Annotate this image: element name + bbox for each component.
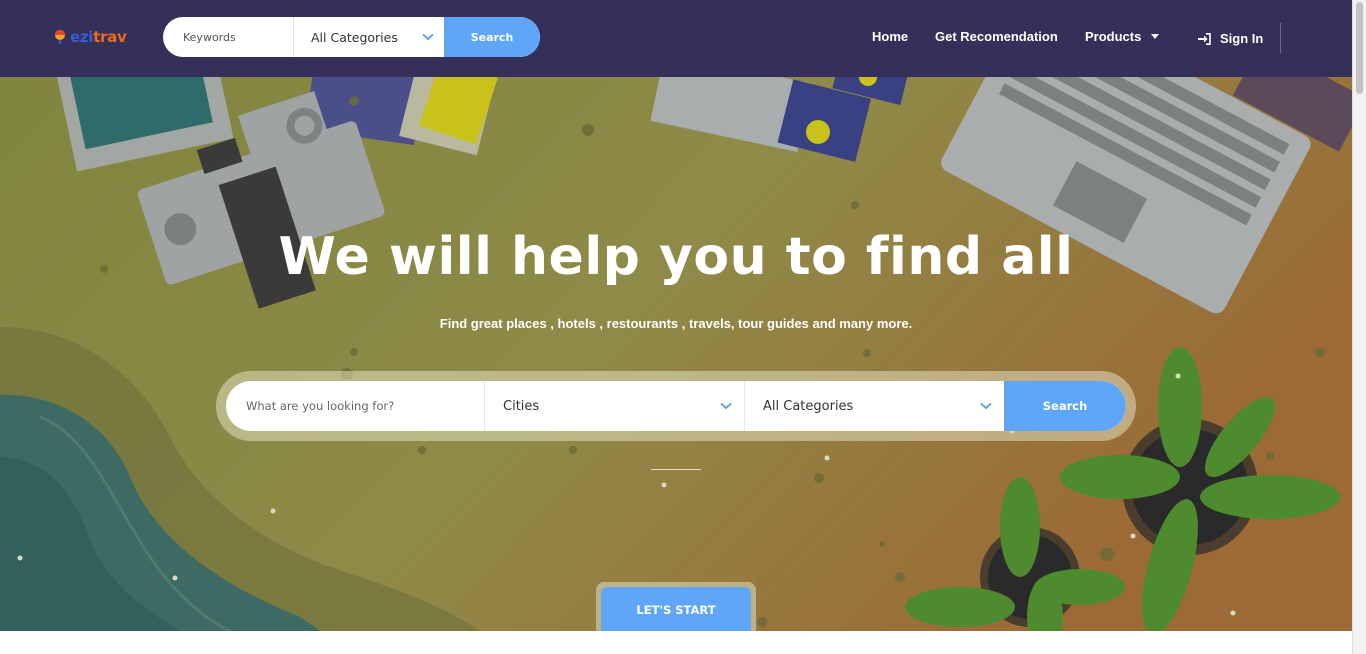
page-scrollbar[interactable] xyxy=(1352,0,1366,654)
header-search-button[interactable]: Search xyxy=(444,17,540,57)
header-search-bar: All Categories Search xyxy=(163,17,540,57)
page: ezitrav All Categories Search Home Get R… xyxy=(0,0,1366,654)
scrollbar-thumb[interactable] xyxy=(1356,2,1363,94)
chevron-down-icon xyxy=(422,33,434,41)
nav-get-recommendation[interactable]: Get Recomendation xyxy=(935,29,1058,44)
hero-search-button[interactable]: Search xyxy=(1004,381,1126,431)
hero-title: We will help you to find all xyxy=(278,227,1074,287)
top-navbar: ezitrav All Categories Search Home Get R… xyxy=(0,0,1352,77)
nav-home[interactable]: Home xyxy=(872,29,908,44)
logo-text: ezitrav xyxy=(70,28,127,46)
header-category-value: All Categories xyxy=(311,29,398,45)
hero-search-input[interactable] xyxy=(226,381,484,431)
hero-section: We will help you to find all Find great … xyxy=(0,77,1352,631)
header-keyword-input[interactable] xyxy=(163,17,293,57)
hero-background-illustration xyxy=(0,77,1352,631)
nav-products[interactable]: Products xyxy=(1085,29,1160,44)
hero-divider-line xyxy=(651,469,701,470)
nav-products-label: Products xyxy=(1085,29,1142,44)
caret-down-icon xyxy=(1151,34,1160,39)
category-select-value: All Categories xyxy=(763,398,854,414)
logo[interactable]: ezitrav xyxy=(53,27,127,47)
chevron-down-icon xyxy=(980,402,992,410)
hero-search-container: Cities All Categories Search xyxy=(216,371,1136,441)
chevron-down-icon xyxy=(720,402,732,410)
sign-in-label: Sign In xyxy=(1220,31,1264,46)
logo-mark-icon xyxy=(55,30,65,44)
nav-sign-in[interactable]: Sign In xyxy=(1198,31,1263,46)
city-select[interactable]: Cities xyxy=(484,381,744,431)
hero-search-bar: Cities All Categories Search xyxy=(226,381,1126,431)
sign-in-icon xyxy=(1198,32,1211,45)
start-button-container: LET'S START xyxy=(596,582,756,631)
header-divider xyxy=(1280,23,1281,53)
category-select[interactable]: All Categories xyxy=(744,381,1004,431)
city-select-value: Cities xyxy=(503,398,540,414)
header-category-select[interactable]: All Categories xyxy=(293,17,444,57)
hero-subtitle: Find great places , hotels , restourants… xyxy=(439,316,913,331)
lets-start-button[interactable]: LET'S START xyxy=(601,587,751,631)
